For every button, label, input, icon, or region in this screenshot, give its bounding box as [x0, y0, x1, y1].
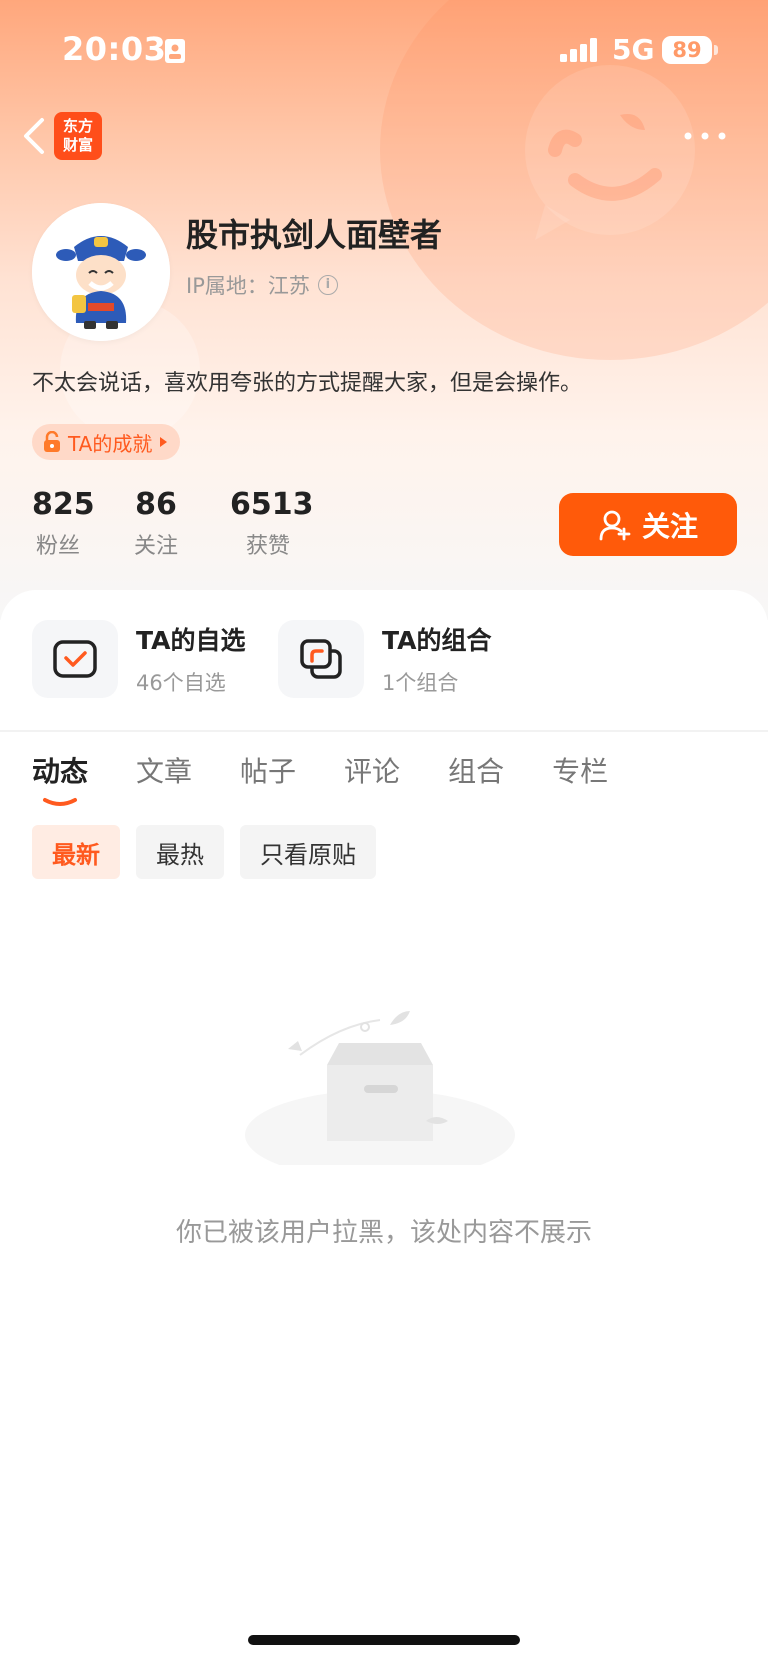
logo-text-top: 东方 [62, 117, 93, 135]
logo-text-bottom: 财富 [62, 136, 93, 154]
tab-label: 动态 [32, 755, 89, 788]
content-tabs: 动态 文章 帖子 评论 组合 专栏 [32, 750, 656, 806]
tab-portfolios[interactable]: 组合 [448, 750, 504, 790]
quick-link-title: TA的自选 [136, 626, 246, 655]
play-arrow-icon [160, 437, 168, 447]
sort-filters: 最新 最热 只看原贴 [32, 825, 376, 879]
quick-link-watchlist[interactable]: TA的自选 46个自选 [32, 620, 245, 698]
id-card-icon [165, 39, 185, 63]
tab-label: 专栏 [552, 755, 609, 788]
filter-original-only[interactable]: 只看原贴 [240, 825, 376, 879]
quick-link-title: TA的组合 [382, 626, 492, 655]
follow-label: 关注 [641, 509, 698, 543]
tab-label: 文章 [136, 755, 193, 788]
stat-label: 关注 [133, 534, 178, 559]
portfolio-icon [300, 639, 342, 679]
lock-icon [44, 431, 60, 452]
blocked-message: 你已被该用户拉黑，该处内容不展示 [175, 1218, 592, 1248]
more-options-icon[interactable] [680, 118, 730, 154]
empty-box-illustration [245, 1011, 515, 1165]
stat-likes[interactable]: 6513 获赞 [230, 487, 314, 560]
filter-hottest[interactable]: 最热 [136, 825, 224, 879]
ip-location-row: IP属地：江苏 i [186, 270, 338, 300]
tab-columns[interactable]: 专栏 [552, 750, 608, 790]
battery-tip [714, 45, 718, 55]
divider [0, 730, 768, 732]
quick-link-portfolio[interactable]: TA的组合 1个组合 [278, 620, 491, 698]
portfolio-icon-tile [278, 620, 364, 698]
info-icon[interactable]: i [317, 275, 338, 295]
battery-level: 89 [672, 38, 702, 62]
follow-button[interactable]: 关注 [559, 493, 737, 556]
home-indicator[interactable] [248, 1635, 520, 1645]
achievements-label: TA的成就 [68, 431, 153, 456]
stat-label: 获赞 [245, 534, 290, 559]
signal-icon [560, 38, 597, 62]
checkbox-icon [53, 640, 97, 678]
tab-posts[interactable]: 帖子 [240, 750, 296, 790]
stats-row: 825 粉丝 86 关注 6513 获赞 [32, 487, 314, 560]
watchlist-icon-tile [32, 620, 118, 698]
status-time: 20:03 [62, 30, 167, 68]
add-user-icon [599, 510, 631, 540]
ip-location: IP属地：江苏 [186, 274, 310, 298]
quick-link-subtitle: 1个组合 [382, 671, 459, 695]
status-bar: 20:03 5G 89 [0, 0, 768, 100]
tab-articles[interactable]: 文章 [136, 750, 192, 790]
user-bio: 不太会说话，喜欢用夸张的方式提醒大家，但是会操作。 [32, 371, 583, 396]
active-tab-indicator [43, 798, 77, 806]
stat-value: 6513 [230, 487, 314, 522]
achievements-badge[interactable]: TA的成就 [32, 424, 181, 460]
content-card: TA的自选 46个自选 TA的组合 1个组合 动态 文章 帖子 评论 组合 专栏 [0, 590, 768, 1663]
battery-indicator: 89 [662, 36, 712, 64]
stat-value: 825 [32, 487, 95, 522]
avatar[interactable] [32, 203, 170, 341]
tab-comments[interactable]: 评论 [344, 750, 400, 790]
back-arrow-icon[interactable] [16, 112, 52, 160]
stat-following[interactable]: 86 关注 [130, 487, 182, 560]
tab-label: 评论 [344, 755, 401, 788]
network-type: 5G [612, 33, 655, 66]
stat-fans[interactable]: 825 粉丝 [32, 487, 95, 560]
stat-label: 粉丝 [35, 534, 80, 559]
tab-dynamics[interactable]: 动态 [32, 750, 89, 806]
tab-label: 组合 [448, 755, 505, 788]
stat-value: 86 [135, 487, 177, 522]
tab-label: 帖子 [240, 755, 297, 788]
avatar-image [32, 203, 170, 341]
filter-latest[interactable]: 最新 [32, 825, 120, 879]
app-logo[interactable]: 东方 财富 [54, 112, 102, 160]
username: 股市执剑人面壁者 [186, 216, 443, 254]
quick-link-subtitle: 46个自选 [136, 671, 226, 695]
